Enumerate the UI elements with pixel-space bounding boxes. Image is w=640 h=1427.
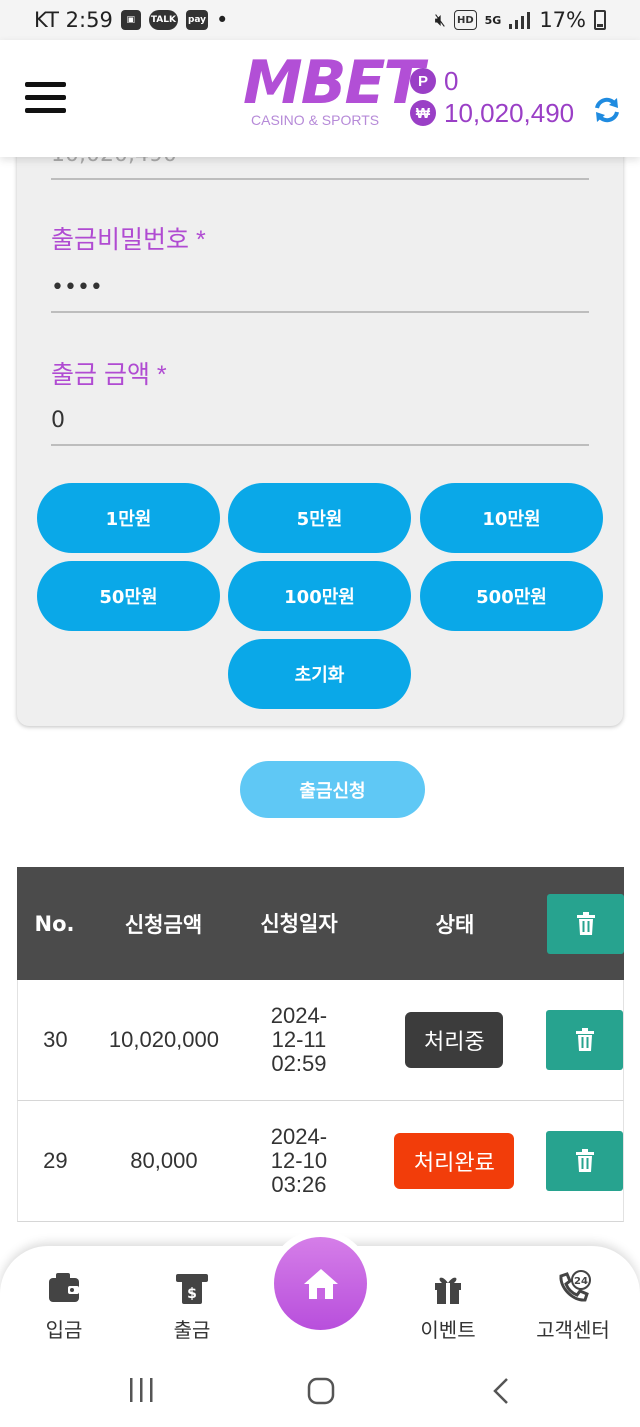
battery-icon — [594, 10, 606, 30]
nav-deposit-label: 입금 — [45, 1318, 83, 1342]
nav-support-label: 고객센터 — [536, 1318, 610, 1342]
mute-icon: 🔇︎ — [434, 9, 446, 31]
password-input[interactable]: •••• — [51, 263, 589, 313]
logo[interactable]: MBET CASINO & SPORTS — [243, 48, 424, 128]
status-time: KT 2:59 — [34, 8, 113, 32]
point-value: 0 — [444, 65, 459, 96]
amount-button-5m[interactable]: 500만원 — [420, 561, 603, 631]
nav-deposit[interactable]: 입금 — [14, 1270, 114, 1343]
row-date-day: 12-10 — [270, 1148, 328, 1173]
back-icon[interactable] — [490, 1376, 512, 1406]
point-balance: P 0 — [410, 66, 635, 96]
point-icon: P — [410, 68, 436, 94]
row-date-time: 03:26 — [271, 1172, 327, 1197]
row-date-year: 2024- — [270, 1003, 328, 1028]
recent-apps-icon[interactable] — [128, 1376, 156, 1404]
notification-dot: • — [216, 8, 229, 32]
cash-withdraw-icon: $ — [176, 1274, 208, 1304]
header-no: No. — [34, 911, 75, 936]
password-label: 출금비밀번호 * — [51, 226, 206, 254]
home-button[interactable] — [274, 1237, 367, 1330]
withdraw-form: 10,020,490 출금비밀번호 * •••• 출금 금액 * 0 1만원 5… — [17, 100, 623, 726]
gallery-icon: ▣ — [120, 10, 141, 30]
delete-all-button[interactable] — [547, 893, 624, 954]
row-amount: 80,000 — [130, 1148, 198, 1173]
gift-icon — [435, 1277, 461, 1304]
row-no: 30 — [43, 1027, 68, 1052]
nav-event[interactable]: 이벤트 — [398, 1270, 498, 1343]
refresh-icon[interactable] — [593, 96, 621, 124]
row-date: 2024- 12-11 02:59 — [235, 1004, 363, 1076]
row-date: 2024- 12-10 03:26 — [235, 1125, 363, 1197]
delete-row-button[interactable] — [546, 1131, 623, 1191]
withdraw-history-table: No. 신청금액 신청일자 상태 30 10,020,000 2024- 12-… — [17, 867, 624, 1222]
network-icon: 5G — [484, 13, 502, 27]
header-status: 상태 — [435, 912, 475, 937]
pay-icon: pay — [185, 10, 209, 30]
amount-button-500k[interactable]: 50만원 — [37, 561, 220, 631]
table-row: 29 80,000 2024- 12-10 03:26 처리완료 — [17, 1101, 624, 1222]
table-row: 30 10,020,000 2024- 12-11 02:59 처리중 — [17, 980, 624, 1101]
menu-icon[interactable] — [25, 82, 66, 114]
logo-text: MBET — [243, 48, 424, 118]
home-icon — [303, 1268, 338, 1299]
signal-icon — [509, 12, 531, 29]
table-header: No. 신청금액 신청일자 상태 — [17, 867, 624, 980]
nav-support[interactable]: 24 고객센터 — [518, 1270, 628, 1343]
battery-percent: 17% — [539, 8, 586, 32]
won-icon: ₩ — [410, 100, 436, 126]
delete-row-button[interactable] — [546, 1010, 623, 1070]
nav-withdraw[interactable]: $ 출금 — [142, 1270, 242, 1343]
status-bar: KT 2:59 ▣ TALK pay • 🔇︎ HD 5G 17% — [0, 0, 640, 40]
won-value: 10,020,490 — [444, 97, 575, 128]
support-badge: 24 — [574, 1276, 588, 1287]
trash-icon — [575, 1028, 594, 1051]
reset-button[interactable]: 초기화 — [228, 639, 411, 709]
amount-button-100k[interactable]: 10만원 — [420, 483, 603, 553]
amount-button-10k[interactable]: 1만원 — [37, 483, 220, 553]
app-header: MBET CASINO & SPORTS P 0 ₩ 10,020,490 — [0, 40, 640, 157]
row-amount: 10,020,000 — [108, 1027, 219, 1052]
nav-withdraw-label: 출금 — [173, 1318, 211, 1342]
trash-icon — [575, 1149, 594, 1172]
logo-subtitle: CASINO & SPORTS — [251, 112, 380, 128]
amount-button-1m[interactable]: 100만원 — [228, 561, 411, 631]
header-amount: 신청금액 — [124, 912, 203, 937]
status-badge: 처리완료 — [394, 1133, 515, 1189]
hd-icon: HD — [453, 10, 477, 30]
amount-label: 출금 금액 * — [51, 361, 167, 389]
svg-text:$: $ — [187, 1286, 197, 1302]
amount-input[interactable]: 0 — [51, 396, 589, 446]
system-nav-bar — [0, 1356, 640, 1427]
row-date-day: 12-11 — [271, 1027, 327, 1052]
status-badge: 처리중 — [405, 1012, 504, 1068]
talk-icon: TALK — [148, 10, 178, 30]
row-date-year: 2024- — [270, 1124, 328, 1149]
row-date-time: 02:59 — [271, 1051, 327, 1076]
nav-event-label: 이벤트 — [420, 1318, 476, 1342]
support-24-icon: 24 — [559, 1270, 591, 1302]
home-system-icon[interactable] — [306, 1376, 336, 1406]
withdraw-submit-button[interactable]: 출금신청 — [240, 761, 425, 818]
amount-button-50k[interactable]: 5만원 — [228, 483, 411, 553]
row-no: 29 — [43, 1148, 68, 1173]
wallet-icon — [49, 1273, 79, 1302]
trash-icon — [576, 911, 595, 935]
header-date: 신청일자 — [260, 911, 338, 936]
